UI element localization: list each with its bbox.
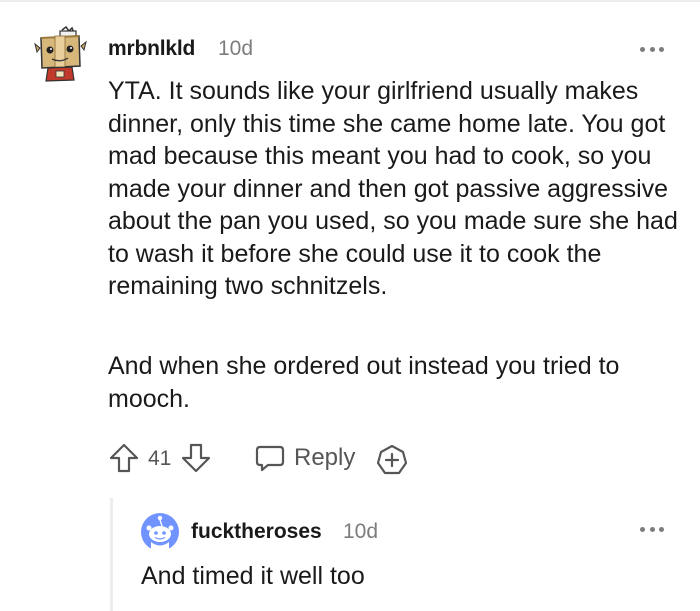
- reply-author[interactable]: fucktheroses: [191, 520, 322, 544]
- top-divider: [0, 0, 700, 2]
- dot-icon: [640, 526, 645, 532]
- dot-icon: [649, 46, 655, 52]
- dot-icon: [659, 526, 664, 532]
- comment-action-bar: 41 Reply: [108, 440, 528, 476]
- dot-icon: [659, 46, 664, 52]
- award-button[interactable]: [376, 444, 408, 476]
- dot-icon: [649, 526, 655, 532]
- default-snoo-avatar-icon: [141, 513, 179, 551]
- comment-age: 10d: [218, 37, 254, 60]
- more-options-button[interactable]: [640, 42, 664, 56]
- avatar[interactable]: [141, 513, 179, 551]
- comment-bubble-icon: [255, 445, 285, 472]
- downvote-arrow-icon: [181, 443, 211, 473]
- thread-line[interactable]: [110, 498, 113, 611]
- vote-score: 41: [148, 447, 172, 470]
- comment-author[interactable]: mrbnlkld: [108, 37, 195, 61]
- box-head-robot-avatar-icon: [34, 25, 87, 82]
- reply-text: And timed it well too: [141, 562, 365, 590]
- downvote-button[interactable]: [180, 442, 212, 474]
- reply-age: 10d: [343, 520, 379, 543]
- more-options-button[interactable]: [640, 522, 664, 536]
- comment-paragraph: YTA. It sounds like your girlfriend usua…: [108, 77, 678, 300]
- avatar[interactable]: [32, 25, 88, 82]
- dot-icon: [640, 46, 645, 52]
- upvote-button[interactable]: [108, 442, 140, 474]
- comment-paragraph: And when she ordered out instead you tri…: [108, 352, 620, 413]
- upvote-arrow-icon: [109, 443, 139, 473]
- reply-button[interactable]: Reply: [254, 442, 355, 474]
- reply-label: Reply: [294, 444, 356, 471]
- award-plus-icon: [376, 444, 408, 475]
